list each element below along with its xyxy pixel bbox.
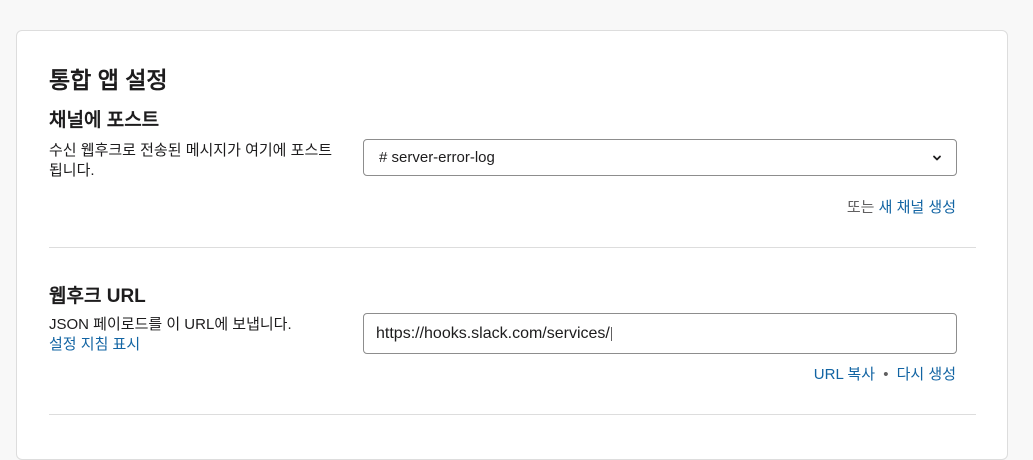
copy-url-link[interactable]: URL 복사 [814,366,875,383]
create-channel-row: 또는 새 채널 생성 [847,196,956,217]
section-divider [49,247,976,248]
separator-dot: • [883,366,889,383]
url-actions-row: URL 복사 • 다시 생성 [814,363,956,384]
webhook-description-text: JSON 페이로드를 이 URL에 보냅니다. [49,316,292,333]
channel-select[interactable]: # server-error-log [363,139,957,176]
webhook-url-value: https://hooks.slack.com/services/ [376,324,610,342]
page-title: 통합 앱 설정 [49,67,168,93]
text-caret [610,326,612,341]
create-channel-link[interactable]: 새 채널 생성 [879,199,956,216]
post-to-channel-description: 수신 웹후크로 전송된 메시지가 여기에 포스트됩니다. [49,142,333,179]
show-instructions-link[interactable]: 설정 지침 표시 [49,336,140,353]
integration-settings-card: 통합 앱 설정 채널에 포스트 수신 웹후크로 전송된 메시지가 여기에 포스트… [16,30,1008,460]
post-to-channel-heading: 채널에 포스트 [49,110,160,131]
chevron-down-icon [930,151,944,165]
webhook-url-description: JSON 페이로드를 이 URL에 보냅니다. 설정 지침 표시 [49,315,334,355]
regenerate-link[interactable]: 다시 생성 [897,366,956,383]
channel-select-value: # server-error-log [379,149,495,166]
webhook-url-field[interactable]: https://hooks.slack.com/services/ [363,313,957,354]
webhook-url-heading: 웹후크 URL [49,286,146,307]
section-divider [49,414,976,415]
alt-prefix: 또는 [846,199,875,216]
